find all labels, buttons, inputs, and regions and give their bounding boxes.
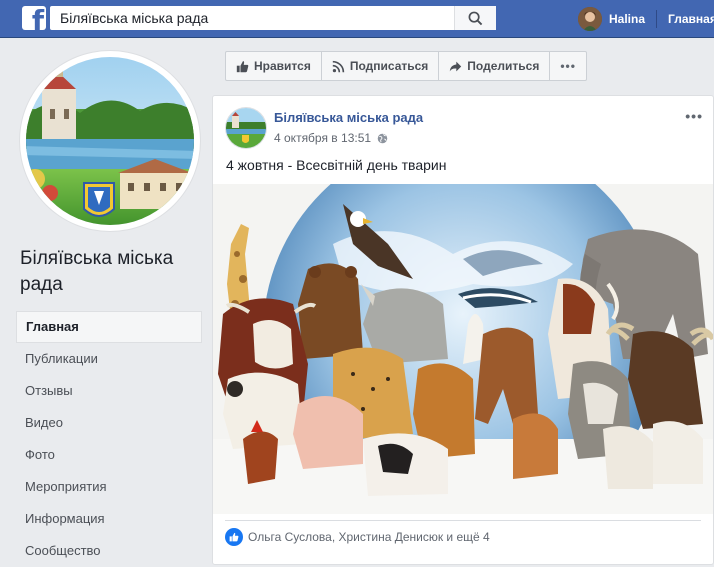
post-author-link[interactable]: Біляївська міська рада (274, 110, 423, 125)
subscribe-label: Подписаться (349, 59, 429, 73)
post-card: Біляївська міська рада 4 октября в 13:51… (212, 95, 714, 565)
author-photo-image (226, 108, 266, 148)
share-button[interactable]: Поделиться (439, 52, 551, 80)
like-page-label: Нравится (254, 59, 311, 73)
rss-icon (332, 60, 345, 72)
facebook-logo-icon[interactable]: f (22, 6, 46, 30)
home-link[interactable]: Главная (668, 12, 714, 26)
profile-photo-image (26, 57, 194, 225)
user-area: Halina Главная (578, 5, 714, 33)
post-reactions[interactable]: Ольга Суслова, Христина Денисюк и ещё 4 (225, 528, 490, 546)
user-name-link[interactable]: Halina (609, 12, 645, 26)
nav-item-about[interactable]: Информация (16, 503, 202, 535)
user-photo-icon (578, 7, 602, 31)
post-divider (225, 520, 701, 521)
topbar-divider (656, 10, 658, 28)
animals-illustration-image (213, 184, 713, 514)
post-image[interactable] (213, 184, 713, 514)
post-author-avatar[interactable] (226, 108, 266, 148)
nav-item-home[interactable]: Главная (16, 311, 202, 343)
nav-item-events[interactable]: Мероприятия (16, 471, 202, 503)
nav-item-posts[interactable]: Публикации (16, 343, 202, 375)
page-actions-bar: Нравится Подписаться Поделиться ••• (225, 51, 587, 81)
search-input[interactable] (50, 7, 460, 29)
search-box (50, 6, 496, 30)
search-icon (468, 11, 483, 25)
like-reaction-icon (225, 528, 243, 546)
post-options-button[interactable]: ••• (685, 108, 703, 124)
nav-item-reviews[interactable]: Отзывы (16, 375, 202, 407)
post-timestamp[interactable]: 4 октября в 13:51 (274, 131, 371, 145)
nav-item-community[interactable]: Сообщество (16, 535, 202, 567)
thumbs-up-icon (236, 60, 249, 72)
globe-icon[interactable] (377, 133, 388, 144)
post-meta: 4 октября в 13:51 (274, 131, 388, 145)
subscribe-button[interactable]: Подписаться (322, 52, 440, 80)
top-bar: f Halina Главная (0, 0, 714, 38)
post-text: 4 жовтня - Всесвітній день тварин (226, 157, 447, 173)
reactions-text[interactable]: Ольга Суслова, Христина Денисюк и ещё 4 (248, 530, 490, 544)
more-actions-button[interactable]: ••• (550, 52, 586, 80)
search-button[interactable] (454, 6, 496, 30)
more-dots-icon: ••• (560, 59, 576, 73)
user-avatar[interactable] (578, 7, 602, 31)
page-profile-picture[interactable] (20, 51, 200, 231)
like-page-button[interactable]: Нравится (226, 52, 322, 80)
nav-item-videos[interactable]: Видео (16, 407, 202, 439)
share-label: Поделиться (467, 59, 540, 73)
page-nav: Главная Публикации Отзывы Видео Фото Мер… (16, 311, 202, 567)
nav-item-photos[interactable]: Фото (16, 439, 202, 471)
page-title[interactable]: Біляївська міська рада (20, 246, 200, 298)
share-arrow-icon (450, 61, 462, 71)
